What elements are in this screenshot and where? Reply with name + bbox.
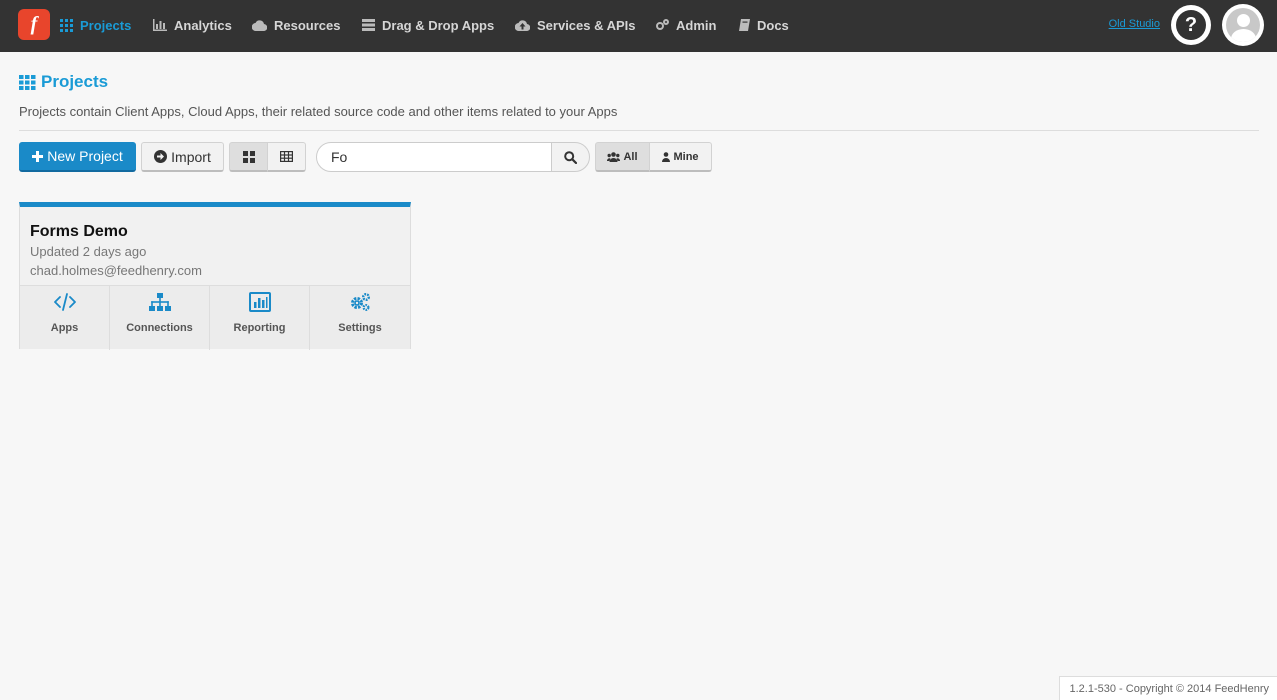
th-large-icon (242, 150, 255, 163)
arrow-circle-right-icon (154, 150, 168, 163)
search-button[interactable] (551, 142, 590, 172)
project-actions: Apps Connections Reporting Settings (20, 285, 410, 350)
filter-all-label: All (623, 150, 638, 163)
nav-resources-label: Resources (274, 17, 341, 33)
nav-docs-label: Docs (757, 17, 789, 33)
users-icon (607, 151, 621, 162)
search-group (316, 142, 590, 172)
import-label: Import (171, 148, 211, 165)
grid-icon (60, 18, 73, 32)
project-settings-label: Settings (338, 322, 382, 334)
filter-mine-label: Mine (673, 150, 699, 163)
page-subtitle: Projects contain Client Apps, Cloud Apps… (19, 104, 618, 119)
code-icon (53, 293, 76, 311)
table-view-button[interactable] (268, 142, 306, 172)
header-divider (19, 130, 1259, 131)
project-reporting-label: Reporting (233, 322, 286, 334)
sitemap-icon (148, 293, 171, 311)
nav-projects-label: Projects (80, 17, 132, 33)
reporting-chart-icon (248, 292, 271, 312)
project-apps-label: Apps (50, 322, 79, 334)
page-title-text: Projects (41, 72, 109, 91)
nav-services-apis[interactable]: Services & APIs (515, 0, 636, 50)
top-navbar: f Projects Analytics Resources Drag & Dr… (0, 0, 1277, 52)
help-icon: ? (1176, 10, 1206, 40)
view-toggle (229, 142, 306, 172)
grid-icon (19, 74, 36, 90)
new-project-label: New Project (47, 148, 123, 164)
feedhenry-logo[interactable]: f (18, 9, 50, 40)
nav-docs[interactable]: Docs (738, 0, 789, 50)
logo-mark: f (30, 13, 38, 35)
nav-services-apis-label: Services & APIs (537, 17, 636, 33)
search-input[interactable] (316, 142, 552, 172)
nav-projects[interactable]: Projects (60, 0, 131, 50)
nav-drag-drop-apps[interactable]: Drag & Drop Apps (362, 0, 494, 50)
book-icon (739, 19, 750, 31)
bar-chart-icon (153, 19, 167, 31)
table-icon (280, 151, 293, 162)
project-owner: chad.holmes@feedhenry.com (30, 263, 202, 278)
gears-icon (351, 293, 370, 312)
nav-resources[interactable]: Resources (252, 0, 340, 50)
project-reporting-action[interactable]: Reporting (210, 286, 310, 350)
project-settings-action[interactable]: Settings (310, 286, 410, 350)
project-connections-label: Connections (126, 322, 193, 334)
user-avatar[interactable] (1222, 4, 1264, 46)
project-card[interactable]: Forms Demo Updated 2 days ago chad.holme… (19, 202, 411, 350)
footer-copyright: 1.2.1-530 - Copyright © 2014 FeedHenry (1058, 676, 1277, 700)
grid-view-button[interactable] (229, 142, 268, 172)
page-title: Projects (19, 72, 108, 92)
filter-all-button[interactable]: All (595, 142, 650, 172)
project-connections-action[interactable]: Connections (110, 286, 210, 350)
new-project-button[interactable]: New Project (19, 142, 136, 172)
filter-mine-button[interactable]: Mine (650, 142, 712, 172)
owner-filter-toggle: All Mine (595, 142, 712, 172)
project-title[interactable]: Forms Demo (30, 223, 128, 241)
project-apps-action[interactable]: Apps (20, 286, 110, 350)
project-updated: Updated 2 days ago (30, 244, 147, 259)
avatar-icon (1226, 8, 1260, 42)
user-icon (662, 151, 671, 162)
gears-icon (656, 18, 669, 30)
nav-admin[interactable]: Admin (655, 0, 716, 50)
nav-analytics-label: Analytics (174, 17, 232, 33)
nav-analytics[interactable]: Analytics (153, 0, 232, 50)
nav-admin-label: Admin (676, 17, 717, 33)
import-button[interactable]: Import (141, 142, 224, 172)
nav-drag-drop-apps-label: Drag & Drop Apps (382, 17, 495, 33)
plus-icon (32, 150, 44, 162)
cloud-upload-icon (515, 19, 530, 31)
server-icon (362, 19, 375, 31)
help-button[interactable]: ? (1171, 5, 1211, 45)
cloud-icon (252, 19, 267, 31)
old-studio-link[interactable]: Old Studio (1109, 18, 1160, 30)
search-icon (564, 150, 577, 164)
